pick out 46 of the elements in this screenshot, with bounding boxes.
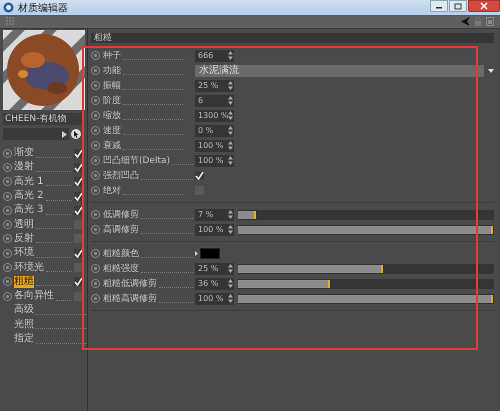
channel-item[interactable]: 漫射	[14, 161, 34, 174]
parameter-label: 粗糙颜色	[103, 248, 139, 260]
number-field[interactable]: 100 %	[195, 154, 234, 166]
channel-item[interactable]: 高光 3	[14, 204, 44, 216]
function-dropdown[interactable]: 水泥满流	[195, 64, 484, 76]
channel-item[interactable]: 高级	[14, 304, 34, 316]
number-field[interactable]: 666	[195, 50, 234, 62]
parameter-label: 强烈凹凸	[103, 170, 139, 182]
channel-item[interactable]: 粗糙	[14, 276, 34, 288]
channel-item[interactable]: 高光 1	[14, 176, 44, 188]
parameter-label: 衰减	[103, 140, 121, 152]
parameter-label: 阶度	[103, 94, 121, 107]
channel-item[interactable]: 高光 2	[14, 190, 44, 202]
parameter-label: 功能	[103, 64, 121, 77]
material-name-field[interactable]: CHEEN-有机物	[3, 113, 83, 125]
channel-item[interactable]: 渐变	[14, 147, 34, 160]
channel-item[interactable]: 指定	[14, 333, 34, 345]
parameter-label: 缩放	[103, 110, 121, 122]
window-title: 材质编辑器	[18, 2, 68, 14]
channel-item[interactable]: 反射	[14, 232, 34, 245]
number-field[interactable]: 25 %	[195, 80, 234, 92]
number-field[interactable]: 1300 %	[195, 110, 234, 122]
number-field[interactable]: 100 %	[195, 224, 234, 236]
parameter-label: 粗糙强度	[103, 262, 139, 275]
parameter-label: 振幅	[103, 80, 121, 92]
parameter-label: 粗糙低调修剪	[103, 278, 157, 290]
parameter-label: 速度	[103, 124, 121, 137]
number-field[interactable]: 36 %	[195, 278, 234, 290]
channel-item[interactable]: 环境光	[14, 262, 44, 274]
parameter-label: 高调修剪	[103, 224, 139, 236]
number-field[interactable]: 6	[195, 94, 234, 106]
channel-item[interactable]: 透明	[14, 218, 34, 231]
channel-item[interactable]: 环境	[14, 247, 34, 260]
parameter-label: 凹凸细节(Delta)	[103, 154, 170, 167]
number-field[interactable]: 25 %	[195, 262, 234, 274]
parameter-label: 种子	[103, 50, 121, 62]
parameter-label: 绝对	[103, 184, 121, 197]
number-field[interactable]: 100 %	[195, 140, 234, 152]
parameter-label: 低调修剪	[103, 208, 139, 221]
number-field[interactable]: 100 %	[195, 292, 234, 304]
number-field[interactable]: 7 %	[195, 208, 234, 220]
channel-item[interactable]: 各向异性	[14, 290, 54, 302]
parameter-label: 粗糙高调修剪	[103, 292, 157, 305]
section-header: 粗糙	[91, 33, 494, 43]
number-field[interactable]: 0 %	[195, 124, 234, 136]
channel-item[interactable]: 光照	[14, 318, 34, 331]
